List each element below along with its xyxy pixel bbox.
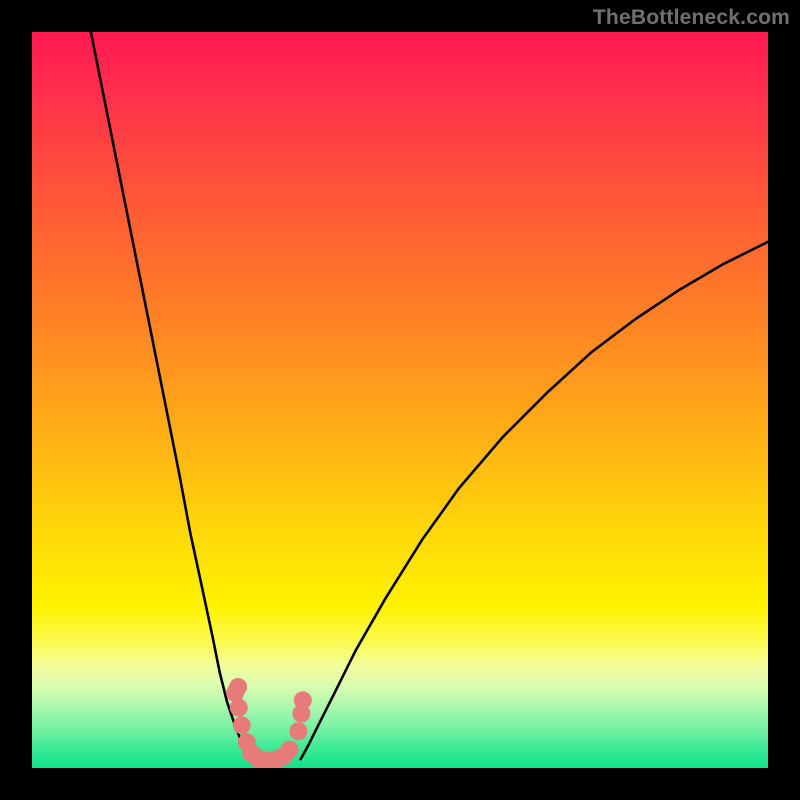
chart-svg <box>32 32 768 768</box>
plot-area <box>32 32 768 768</box>
marker-dot <box>229 678 247 696</box>
marker-dot <box>230 699 248 717</box>
curve-left <box>91 32 249 759</box>
marker-dot <box>275 747 293 765</box>
chart-frame: TheBottleneck.com <box>0 0 800 800</box>
marker-dot <box>289 722 307 740</box>
curve-right <box>301 242 768 759</box>
marker-cluster <box>226 678 312 768</box>
marker-dot <box>233 716 251 734</box>
watermark-text: TheBottleneck.com <box>593 6 790 30</box>
marker-dot <box>292 705 310 723</box>
